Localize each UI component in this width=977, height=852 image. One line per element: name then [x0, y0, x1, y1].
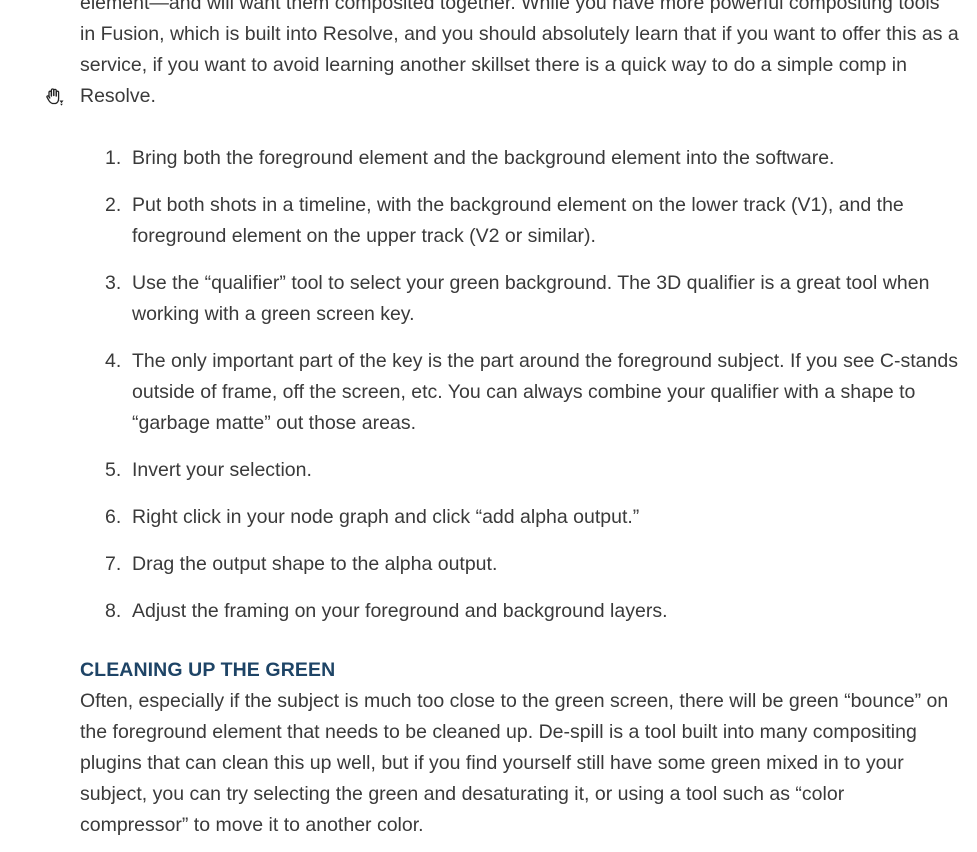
step-text: Use the “qualifier” tool to select your … [132, 272, 930, 325]
section-heading: CLEANING UP THE GREEN [80, 659, 336, 681]
intro-paragraph: element—and will want them composited to… [80, 0, 959, 107]
step-number: 8. [105, 600, 122, 622]
step-item: 4. The only important part of the key is… [80, 346, 960, 439]
step-item: 2. Put both shots in a timeline, with th… [80, 190, 960, 252]
step-item: 7. Drag the output shape to the alpha ou… [80, 549, 960, 580]
step-item: 5. Invert your selection. [80, 455, 960, 486]
article-page: element—and will want them composited to… [0, 0, 977, 852]
section-paragraph: Often, especially if the subject is much… [80, 690, 949, 836]
step-text: Put both shots in a timeline, with the b… [132, 194, 904, 247]
grab-hand-cursor-icon [44, 86, 66, 108]
step-number: 4. [105, 350, 122, 372]
step-text: Bring both the foreground element and th… [132, 147, 835, 169]
step-text: Invert your selection. [132, 459, 312, 481]
step-number: 3. [105, 272, 122, 294]
step-number: 6. [105, 506, 122, 528]
step-number: 7. [105, 553, 122, 575]
steps-list: 1. Bring both the foreground element and… [80, 143, 960, 643]
step-number: 2. [105, 194, 122, 216]
step-item: 8. Adjust the framing on your foreground… [80, 596, 960, 627]
step-text: Drag the output shape to the alpha outpu… [132, 553, 498, 575]
step-number: 1. [105, 147, 122, 169]
step-item: 6. Right click in your node graph and cl… [80, 502, 960, 533]
step-item: 1. Bring both the foreground element and… [80, 143, 960, 174]
step-item: 3. Use the “qualifier” tool to select yo… [80, 268, 960, 330]
step-number: 5. [105, 459, 122, 481]
step-text: Right click in your node graph and click… [132, 506, 640, 528]
step-text: Adjust the framing on your foreground an… [132, 600, 668, 622]
step-text: The only important part of the key is th… [132, 350, 958, 434]
